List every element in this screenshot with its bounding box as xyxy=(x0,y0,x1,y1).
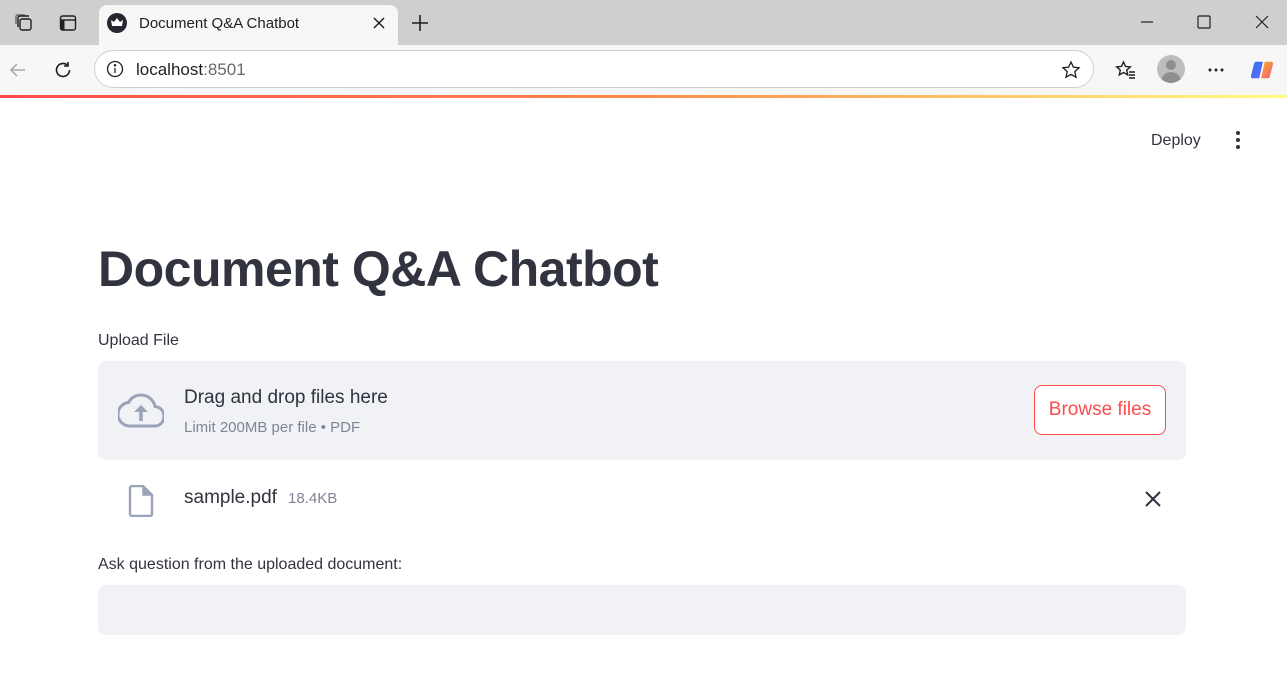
cloud-upload-icon xyxy=(118,393,164,428)
new-tab-button[interactable] xyxy=(408,11,432,35)
refresh-icon[interactable] xyxy=(51,58,75,82)
favorites-icon[interactable] xyxy=(1114,58,1138,82)
browse-files-button[interactable]: Browse files xyxy=(1034,385,1166,435)
maximize-icon xyxy=(1197,15,1211,29)
uploaded-file-name: sample.pdf xyxy=(184,487,277,508)
main-menu-icon[interactable] xyxy=(1226,128,1250,152)
close-icon xyxy=(1255,15,1269,29)
workspaces-icon[interactable] xyxy=(12,11,36,35)
close-tab-icon[interactable] xyxy=(370,14,388,32)
streamlit-crown-icon xyxy=(107,13,127,33)
remove-file-button[interactable] xyxy=(1141,487,1165,511)
upload-file-label: Upload File xyxy=(98,332,179,349)
back-arrow-icon[interactable] xyxy=(6,58,30,82)
browser-tab-bar: Document Q&A Chatbot xyxy=(0,0,1287,45)
plus-icon xyxy=(412,15,428,31)
file-icon xyxy=(128,485,154,517)
file-dropzone[interactable]: Drag and drop files here Limit 200MB per… xyxy=(98,361,1186,460)
page-title: Document Q&A Chatbot xyxy=(98,241,659,297)
deploy-button[interactable]: Deploy xyxy=(1141,126,1211,156)
star-icon[interactable] xyxy=(1059,58,1083,82)
app-header-accent-line xyxy=(0,95,1287,98)
tab-title: Document Q&A Chatbot xyxy=(139,15,300,32)
dropzone-limit-text: Limit 200MB per file • PDF xyxy=(184,419,361,436)
question-input[interactable] xyxy=(98,585,1186,635)
copilot-icon[interactable] xyxy=(1250,58,1274,82)
avatar[interactable] xyxy=(1157,55,1185,83)
vertical-tabs-icon[interactable] xyxy=(56,11,80,35)
uploaded-file-item: sample.pdf 18.4KB xyxy=(98,474,1186,524)
close-window-button[interactable] xyxy=(1248,8,1276,36)
url-text: localhost:8501 xyxy=(136,60,246,80)
info-icon[interactable] xyxy=(105,59,125,79)
url-host: localhost xyxy=(136,60,204,79)
uploaded-file-size: 18.4KB xyxy=(288,490,338,507)
minimize-icon xyxy=(1141,21,1153,23)
address-bar[interactable]: localhost:8501 xyxy=(94,50,1094,88)
close-icon xyxy=(1145,491,1161,507)
ellipsis-icon[interactable] xyxy=(1204,58,1228,82)
minimize-button[interactable] xyxy=(1133,8,1161,36)
dropzone-instructions: Drag and drop files here xyxy=(184,387,388,408)
browser-tab-active[interactable]: Document Q&A Chatbot xyxy=(99,5,398,45)
question-label: Ask question from the uploaded document: xyxy=(98,556,403,573)
maximize-button[interactable] xyxy=(1190,8,1218,36)
browser-nav-bar: localhost:8501 xyxy=(0,45,1287,95)
url-port: :8501 xyxy=(203,60,246,79)
